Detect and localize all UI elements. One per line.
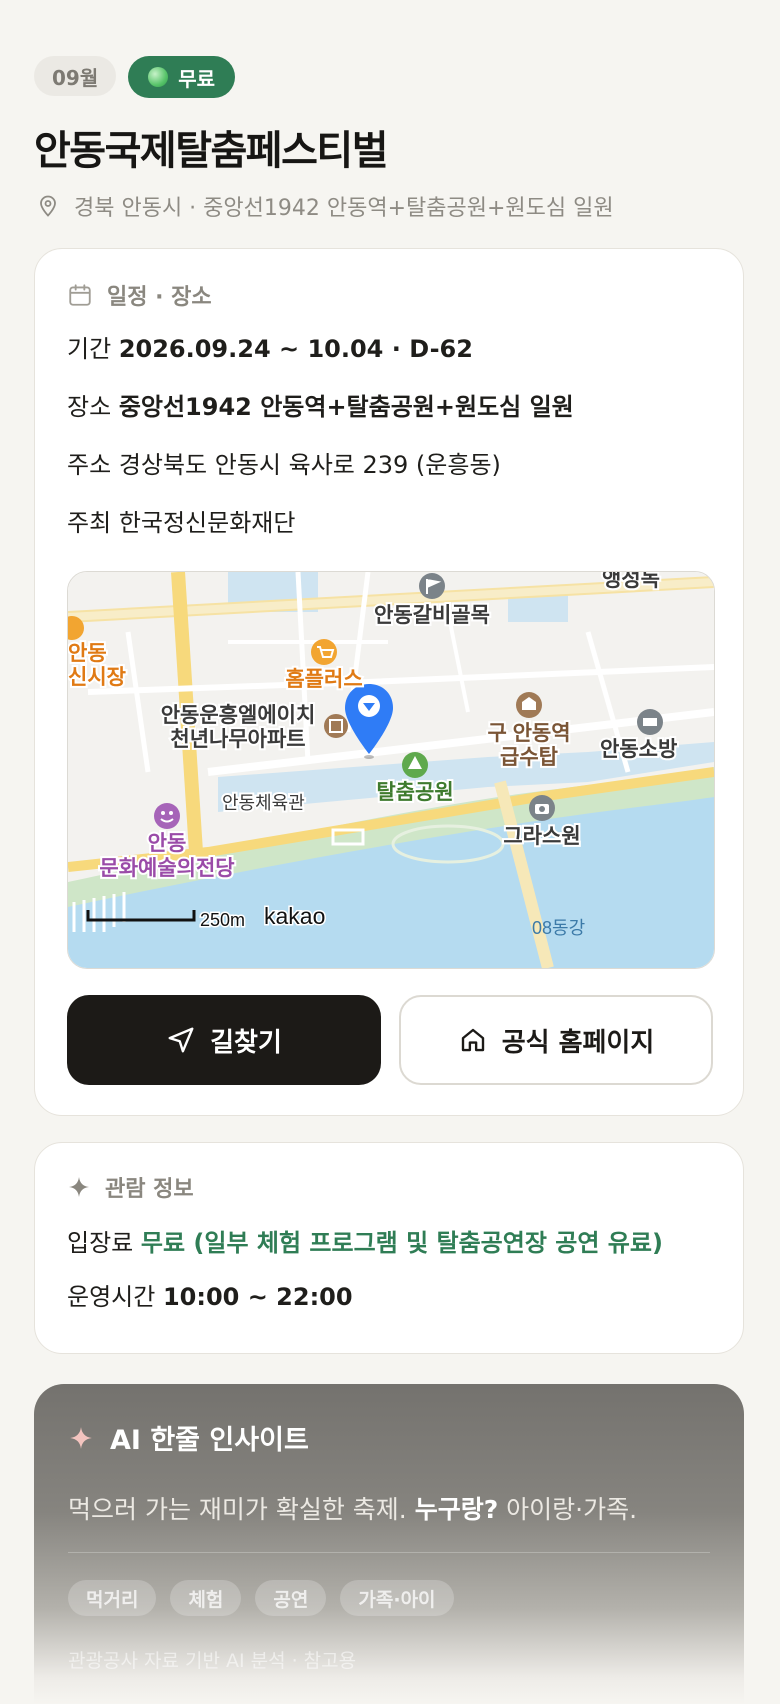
ai-text-a: 먹으러 가는 재미가 확실한 축제. bbox=[68, 1495, 407, 1524]
directions-button[interactable]: 길찾기 bbox=[67, 995, 381, 1085]
viewing-heading-label: 관람 정보 bbox=[105, 1177, 194, 1202]
location-pin-icon bbox=[40, 195, 56, 217]
ai-text-c: 아이랑·가족. bbox=[506, 1495, 638, 1524]
map-label-galbi: 안동갈비골목 bbox=[374, 604, 490, 627]
map-label-homeplus: 홈플러스 bbox=[285, 668, 362, 691]
fee-label: 입장료 bbox=[67, 1229, 134, 1257]
viewing-info-card: 관람 정보 입장료 무료 (일부 체험 프로그램 및 탈춤공연장 공연 유료) … bbox=[34, 1142, 744, 1354]
ai-tag-list: 먹거리 체험 공연 가족·아이 bbox=[68, 1580, 454, 1616]
map-label-apt-line1: 안동운흥엘에이치 bbox=[161, 704, 316, 727]
map-label-river: 08동강 bbox=[532, 918, 585, 938]
fee-badge: 무료 bbox=[128, 56, 236, 98]
sparkle-icon bbox=[69, 1177, 89, 1197]
period-row: 기간 2026.09.24 ~ 10.04 · D-62 bbox=[67, 329, 473, 364]
navigation-arrow-icon bbox=[168, 1027, 194, 1053]
location-line: 경북 안동시 · 중앙선1942 안동역+탈춤공원+원도심 일원 bbox=[36, 190, 614, 222]
venue-row: 장소 중앙선1942 안동역+탈춤공원+원도심 일원 bbox=[67, 387, 574, 422]
map-scale-label: 250m bbox=[200, 910, 245, 930]
tag-family[interactable]: 가족·아이 bbox=[340, 1580, 454, 1616]
hours-label: 운영시간 bbox=[67, 1283, 156, 1311]
map-canvas[interactable]: 안동갈비골목 홈플러스 안동운흥엘에이치 천년나무아파트 구 안동역 급수탑 안… bbox=[68, 572, 714, 968]
map-label-market-line2: 신시장 bbox=[68, 666, 126, 689]
venue-label: 장소 bbox=[67, 393, 112, 421]
ai-sparkle-icon bbox=[70, 1426, 92, 1449]
address-value: 경상북도 안동시 육사로 239 (운흥동) bbox=[118, 451, 501, 479]
viewing-heading: 관람 정보 bbox=[67, 1171, 194, 1203]
ai-source-note: 관광공사 자료 기반 AI 분석 · 참고용 bbox=[68, 1650, 357, 1672]
map-brand-logo: kakao bbox=[264, 903, 325, 929]
ai-heading-label: AI 한줄 인사이트 bbox=[110, 1425, 309, 1456]
ai-insight-card: AI 한줄 인사이트 먹으러 가는 재미가 확실한 축제. 누구랑? 아이랑·가… bbox=[34, 1384, 744, 1704]
map-label-market-line1: 안동 bbox=[68, 642, 107, 665]
organizer-value: 한국정신문화재단 bbox=[118, 509, 296, 537]
hours-value: 10:00 ~ 22:00 bbox=[162, 1283, 353, 1311]
map-label-park: 탈춤공원 bbox=[376, 781, 453, 804]
map-label-station-line2: 급수탑 bbox=[500, 746, 558, 769]
tag-food[interactable]: 먹거리 bbox=[68, 1580, 157, 1616]
apartment-poi-icon bbox=[324, 714, 348, 738]
map-label-apt-line2: 천년나무아파트 bbox=[170, 728, 305, 751]
schedule-card: 일정 · 장소 기간 2026.09.24 ~ 10.04 · D-62 장소 … bbox=[34, 248, 744, 1116]
fee-row: 입장료 무료 (일부 체험 프로그램 및 탈춤공연장 공연 유료) bbox=[67, 1223, 663, 1258]
homepage-button-label: 공식 홈페이지 bbox=[501, 1027, 655, 1058]
homepage-button[interactable]: 공식 홈페이지 bbox=[399, 995, 713, 1085]
flag-poi-icon bbox=[419, 573, 445, 599]
arts-center-icon bbox=[154, 803, 180, 829]
directions-button-label: 길찾기 bbox=[210, 1027, 282, 1058]
hours-row: 운영시간 10:00 ~ 22:00 bbox=[67, 1277, 353, 1312]
period-label: 기간 bbox=[67, 335, 112, 363]
status-dot-icon bbox=[148, 67, 169, 87]
schedule-heading: 일정 · 장소 bbox=[67, 279, 212, 311]
map-label-station-line1: 구 안동역 bbox=[487, 722, 570, 745]
map-label-gym: 안동체육관 bbox=[222, 793, 305, 813]
location-text: 경북 안동시 · 중앙선1942 안동역+탈춤공원+원도심 일원 bbox=[74, 196, 614, 221]
home-icon bbox=[461, 1028, 484, 1052]
map-label-graswon: 그라스원 bbox=[503, 825, 580, 848]
schedule-heading-label: 일정 · 장소 bbox=[107, 285, 212, 310]
map-view[interactable]: 안동갈비골목 홈플러스 안동운흥엘에이치 천년나무아파트 구 안동역 급수탑 안… bbox=[67, 571, 715, 969]
period-value: 2026.09.24 ~ 10.04 · D-62 bbox=[118, 335, 473, 363]
fee-value: 무료 (일부 체험 프로그램 및 탈춤공연장 공연 유료) bbox=[140, 1229, 663, 1257]
festival-detail-page: 09월 무료 안동국제탈춤페스티벌 경북 안동시 · 중앙선1942 안동역+탈… bbox=[0, 0, 780, 1704]
organizer-label: 주최 bbox=[67, 509, 112, 537]
map-label-arts-line2: 문화예술의전당 bbox=[99, 857, 234, 880]
ai-heading: AI 한줄 인사이트 bbox=[68, 1418, 309, 1457]
tag-experience[interactable]: 체험 bbox=[170, 1580, 242, 1616]
organizer-row: 주최 한국정신문화재단 bbox=[67, 503, 295, 538]
venue-value: 중앙선1942 안동역+탈춤공원+원도심 일원 bbox=[118, 393, 574, 421]
address-label: 주소 bbox=[67, 451, 112, 479]
ai-insight-text: 먹으러 가는 재미가 확실한 축제. 누구랑? 아이랑·가족. bbox=[68, 1490, 637, 1526]
address-row: 주소 경상북도 안동시 육사로 239 (운흥동) bbox=[67, 445, 501, 480]
ai-text-b: 누구랑? bbox=[414, 1495, 499, 1524]
fee-badge-label: 무료 bbox=[178, 66, 216, 91]
map-label-top-right: 앵성녹 bbox=[602, 572, 660, 591]
page-title: 안동국제탈춤페스티벌 bbox=[34, 128, 389, 174]
map-label-fire: 안동소방 bbox=[600, 738, 677, 761]
calendar-icon bbox=[69, 284, 91, 306]
tag-performance[interactable]: 공연 bbox=[255, 1580, 327, 1616]
map-label-arts-line1: 안동 bbox=[148, 832, 187, 855]
header-badges: 09월 무료 bbox=[34, 56, 236, 98]
month-badge: 09월 bbox=[34, 56, 117, 96]
ai-divider bbox=[68, 1552, 710, 1553]
